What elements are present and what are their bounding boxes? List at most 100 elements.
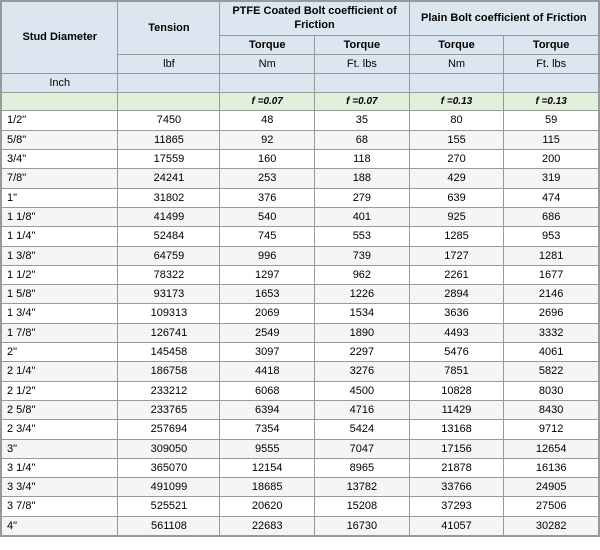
ptfe-ft-cell: 1226 (315, 285, 410, 304)
table-row: 1 1/4"524847455531285953 (2, 227, 599, 246)
tension-cell: 41499 (118, 207, 220, 226)
plain-ft-cell: 24905 (504, 478, 599, 497)
tension-cell: 186758 (118, 362, 220, 381)
bolt-torque-table: Stud Diameter Tension PTFE Coated Bolt c… (0, 0, 600, 537)
tension-cell: 309050 (118, 439, 220, 458)
size-cell: 2 3/4" (2, 420, 118, 439)
plain-ft-cell: 8030 (504, 381, 599, 400)
plain-ft-cell: 200 (504, 150, 599, 169)
plain-ft-cell: 319 (504, 169, 599, 188)
table-row: 2 5/8"23376563944716114298430 (2, 400, 599, 419)
plain-nm-cell: 17156 (409, 439, 504, 458)
header-row-1: Stud Diameter Tension PTFE Coated Bolt c… (2, 2, 599, 36)
plain-ft-cell: 2696 (504, 304, 599, 323)
table-row: 2 3/4"25769473545424131689712 (2, 420, 599, 439)
plain-ft-cell: 1677 (504, 265, 599, 284)
plain-ft-cell: 30282 (504, 516, 599, 535)
tension-header: Tension (118, 2, 220, 55)
plain-ft-cell: 2146 (504, 285, 599, 304)
tension-cell: 257694 (118, 420, 220, 439)
tension-cell: 561108 (118, 516, 220, 535)
table-row: 1/2"745048358059 (2, 111, 599, 130)
plain-ft-cell: 27506 (504, 497, 599, 516)
size-cell: 3 3/4" (2, 478, 118, 497)
table-row: 4"56110822683167304105730282 (2, 516, 599, 535)
ptfe-nm-cell: 20620 (220, 497, 315, 516)
tension-cell: 7450 (118, 111, 220, 130)
ptfe-ft-cell: 4500 (315, 381, 410, 400)
ptfe-nm-cell: 7354 (220, 420, 315, 439)
size-cell: 5/8" (2, 130, 118, 149)
size-cell: 1 3/4" (2, 304, 118, 323)
ptfe-nm-cell: 160 (220, 150, 315, 169)
size-cell: 1/2" (2, 111, 118, 130)
ptfe-nm-cell: 12154 (220, 458, 315, 477)
plain-ft-cell: 686 (504, 207, 599, 226)
ptfe-ft-cell: 16730 (315, 516, 410, 535)
size-cell: 2" (2, 343, 118, 362)
inch-header: Inch (2, 74, 118, 93)
friction-blank2 (118, 93, 220, 111)
ptfe-ft-cell: 188 (315, 169, 410, 188)
table-row: 3 3/4"49109918685137823376624905 (2, 478, 599, 497)
plain-nm-cell: 5476 (409, 343, 504, 362)
ptfe-torque-nm-header: Torque (220, 35, 315, 54)
plain-ft-cell: 12654 (504, 439, 599, 458)
plain-ft-cell: 474 (504, 188, 599, 207)
tension-cell: 365070 (118, 458, 220, 477)
plain-nm-cell: 429 (409, 169, 504, 188)
size-cell: 1 1/4" (2, 227, 118, 246)
ptfe-ft-cell: 15208 (315, 497, 410, 516)
tension-cell: 126741 (118, 323, 220, 342)
tension-cell: 11865 (118, 130, 220, 149)
ft-lbs1-header: Ft. lbs (315, 54, 410, 73)
size-cell: 1 5/8" (2, 285, 118, 304)
plain-nm-cell: 7851 (409, 362, 504, 381)
friction-f1: f =0.07 (220, 93, 315, 111)
size-cell: 4" (2, 516, 118, 535)
header-row-inch: Inch (2, 74, 599, 93)
plain-nm-cell: 37293 (409, 497, 504, 516)
table-row: 1 7/8"1267412549189044933332 (2, 323, 599, 342)
size-cell: 3/4" (2, 150, 118, 169)
plain-ft-cell: 9712 (504, 420, 599, 439)
tension-cell: 31802 (118, 188, 220, 207)
ptfe-nm-cell: 4418 (220, 362, 315, 381)
plain-nm-cell: 80 (409, 111, 504, 130)
size-cell: 3" (2, 439, 118, 458)
tension-cell: 17559 (118, 150, 220, 169)
ptfe-nm-cell: 3097 (220, 343, 315, 362)
tension-cell: 491099 (118, 478, 220, 497)
blank5-header (504, 74, 599, 93)
table-row: 1 3/4"1093132069153436362696 (2, 304, 599, 323)
ptfe-ft-cell: 962 (315, 265, 410, 284)
ptfe-ft-cell: 553 (315, 227, 410, 246)
size-cell: 2 1/2" (2, 381, 118, 400)
plain-nm-cell: 1727 (409, 246, 504, 265)
ptfe-nm-cell: 6068 (220, 381, 315, 400)
tension-cell: 145458 (118, 343, 220, 362)
size-cell: 1 7/8" (2, 323, 118, 342)
nm1-header: Nm (220, 54, 315, 73)
ptfe-ft-cell: 1890 (315, 323, 410, 342)
tension-cell: 64759 (118, 246, 220, 265)
nm2-header: Nm (409, 54, 504, 73)
plain-ft-cell: 5822 (504, 362, 599, 381)
table-row: 3/4"17559160118270200 (2, 150, 599, 169)
ptfe-ft-cell: 35 (315, 111, 410, 130)
blank4-header (409, 74, 504, 93)
blank3-header (315, 74, 410, 93)
ptfe-ft-cell: 5424 (315, 420, 410, 439)
ptfe-ft-cell: 7047 (315, 439, 410, 458)
ptfe-nm-cell: 18685 (220, 478, 315, 497)
table-row: 1 1/2"78322129796222611677 (2, 265, 599, 284)
ptfe-nm-cell: 2069 (220, 304, 315, 323)
ptfe-ft-cell: 8965 (315, 458, 410, 477)
blank2-header (220, 74, 315, 93)
tension-cell: 525521 (118, 497, 220, 516)
plain-torque-ft-header: Torque (504, 35, 599, 54)
friction-f3: f =0.13 (409, 93, 504, 111)
size-cell: 1 1/8" (2, 207, 118, 226)
plain-nm-cell: 21878 (409, 458, 504, 477)
table-row: 2 1/4"1867584418327678515822 (2, 362, 599, 381)
